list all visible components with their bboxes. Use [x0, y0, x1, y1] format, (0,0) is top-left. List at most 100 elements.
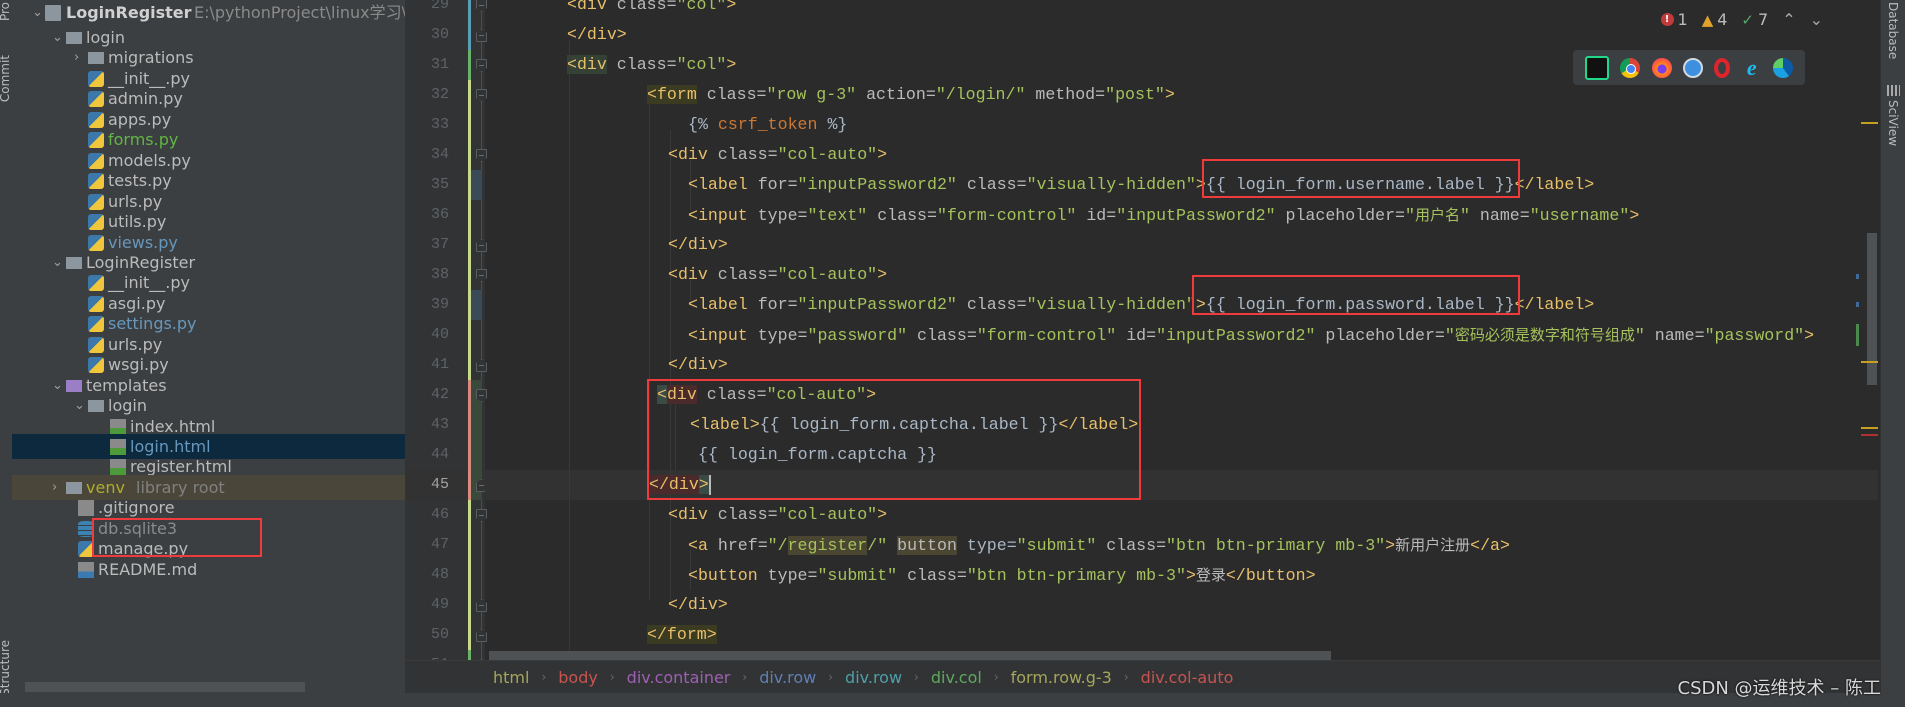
opera-icon[interactable] [1714, 57, 1731, 78]
project-horizontal-scrollbar[interactable] [25, 682, 305, 692]
chevron-right-icon: › [742, 670, 748, 684]
code-line[interactable]: <a href="/register/" button type="submit… [688, 530, 1510, 560]
warning-stripe-mark[interactable] [1861, 361, 1878, 363]
annotation-box-captcha [647, 379, 1141, 500]
chevron-right-icon: › [541, 670, 547, 684]
inspection-widget[interactable]: ! 1 ▲ 4 ✓ 7 ⌃ ⌄ [1660, 10, 1823, 29]
python-file-icon [88, 111, 104, 128]
breadcrumb-item[interactable]: body [558, 668, 598, 687]
code-line[interactable]: <input type="password" class="form-contr… [688, 320, 1814, 350]
python-file-icon [88, 152, 104, 169]
code-line[interactable]: <div class="col-auto"> [668, 500, 887, 530]
warnings-indicator[interactable]: ▲ 4 [1702, 10, 1728, 29]
code-line[interactable]: <button type="submit" class="btn btn-pri… [688, 560, 1316, 590]
firefox-icon[interactable] [1651, 57, 1672, 78]
html-file-icon [110, 459, 126, 476]
folder-icon [88, 400, 104, 413]
code-line[interactable]: </div> [668, 230, 728, 260]
safari-icon[interactable] [1682, 57, 1703, 78]
line-number: 35 [430, 176, 449, 193]
line-number: 50 [430, 626, 449, 643]
right-tool-strip: Database SciView [1880, 0, 1905, 707]
indent-guide [649, 100, 650, 600]
tree-item[interactable]: README.md [12, 557, 405, 582]
watermark: CSDN @运维技术 – 陈工 [1677, 678, 1881, 699]
vcs-change-marker[interactable] [468, 500, 471, 650]
folder-icon [66, 32, 82, 44]
code-line[interactable]: </form> [647, 620, 717, 650]
python-file-icon [88, 173, 104, 190]
chevron-right-icon: › [609, 670, 615, 684]
code-line[interactable]: <div class="col"> [567, 50, 736, 80]
vcs-modified-highlight [471, 170, 482, 200]
error-stripe-mark[interactable] [1861, 434, 1878, 436]
code-line[interactable]: </div> [567, 20, 627, 50]
errors-indicator[interactable]: ! 1 [1660, 10, 1688, 29]
line-number: 39 [430, 296, 449, 313]
sciview-tool-tab[interactable]: SciView [1886, 100, 1900, 146]
annotation-box-username-label [1202, 159, 1520, 198]
breadcrumb-item[interactable]: div.col-auto [1141, 668, 1234, 687]
line-number: 29 [430, 0, 449, 13]
line-number: 49 [430, 596, 449, 613]
warning-stripe-mark[interactable] [1861, 427, 1878, 429]
vcs-change-marker[interactable] [468, 80, 471, 380]
breadcrumb-item[interactable]: div.row [759, 668, 816, 687]
python-file-icon [88, 70, 104, 87]
code-line[interactable]: </div> [668, 590, 728, 620]
structure-tool-tab[interactable]: Structure [0, 640, 12, 696]
markdown-file-icon [78, 561, 94, 578]
python-file-icon [88, 234, 104, 251]
code-line[interactable]: </div> [668, 350, 728, 380]
typos-indicator[interactable]: ✓ 7 [1741, 10, 1768, 29]
line-number: 30 [430, 26, 449, 43]
vcs-change-marker[interactable] [468, 50, 471, 80]
code-line[interactable]: <div class="col-auto"> [668, 140, 887, 170]
previous-highlight-icon[interactable]: ⌃ [1782, 10, 1795, 29]
tree-root[interactable]: ⌄ LoginRegister E:\pythonProject\linux学习… [12, 0, 405, 25]
ie-icon[interactable]: e [1742, 56, 1762, 78]
project-folder-icon [45, 5, 61, 21]
edge-icon[interactable] [1773, 57, 1794, 78]
line-number: 43 [430, 416, 449, 433]
warning-icon: ▲ [1701, 10, 1714, 29]
database-tool-tab[interactable]: Database [1886, 2, 1900, 59]
vcs-modified-highlight [471, 410, 482, 440]
breadcrumb-item[interactable]: div.container [627, 668, 731, 687]
breadcrumb-item[interactable]: form.row.g-3 [1011, 668, 1112, 687]
line-number: 40 [430, 326, 449, 343]
pycharm-icon[interactable] [1584, 55, 1609, 80]
warnings-count: 4 [1717, 10, 1728, 29]
python-file-icon [88, 316, 104, 333]
chrome-icon[interactable] [1620, 57, 1641, 78]
python-file-icon [88, 336, 104, 353]
code-line[interactable]: {% csrf_token %} [688, 110, 847, 140]
code-line[interactable]: <div class="col"> [567, 0, 736, 20]
project-tool-tab[interactable]: Pro [0, 2, 12, 21]
code-line[interactable]: <input type="text" class="form-control" … [688, 200, 1639, 230]
sciview-grid-icon [1887, 85, 1900, 96]
change-stripe-mark[interactable] [1856, 302, 1859, 307]
line-number: 33 [430, 116, 449, 133]
added-stripe-mark[interactable] [1856, 324, 1859, 346]
folder-icon [88, 52, 104, 65]
breadcrumb-item[interactable]: div.row [845, 668, 902, 687]
chevron-right-icon: › [993, 670, 999, 684]
breadcrumb-item[interactable]: div.col [931, 668, 982, 687]
code-line[interactable]: <form class="row g-3" action="/login/" m… [647, 80, 1175, 110]
change-stripe-mark[interactable] [1856, 274, 1859, 279]
vcs-change-marker[interactable] [468, 0, 471, 50]
chevron-down-icon[interactable]: ⌄ [32, 0, 44, 25]
line-number: 45 [430, 476, 449, 493]
breadcrumb-item[interactable]: html [493, 668, 529, 687]
code-editor[interactable]: <div class="col"> </div> <div class="col">… [485, 0, 1878, 660]
next-highlight-icon[interactable]: ⌄ [1810, 10, 1823, 29]
line-number: 47 [430, 536, 449, 553]
errors-count: 1 [1677, 10, 1688, 29]
python-file-icon [88, 132, 104, 149]
code-line[interactable]: <div class="col-auto"> [668, 260, 887, 290]
warning-stripe-mark[interactable] [1861, 122, 1878, 124]
commit-tool-tab[interactable]: Commit [0, 55, 12, 102]
python-file-icon [88, 91, 104, 108]
annotation-box-login-html [92, 518, 262, 557]
